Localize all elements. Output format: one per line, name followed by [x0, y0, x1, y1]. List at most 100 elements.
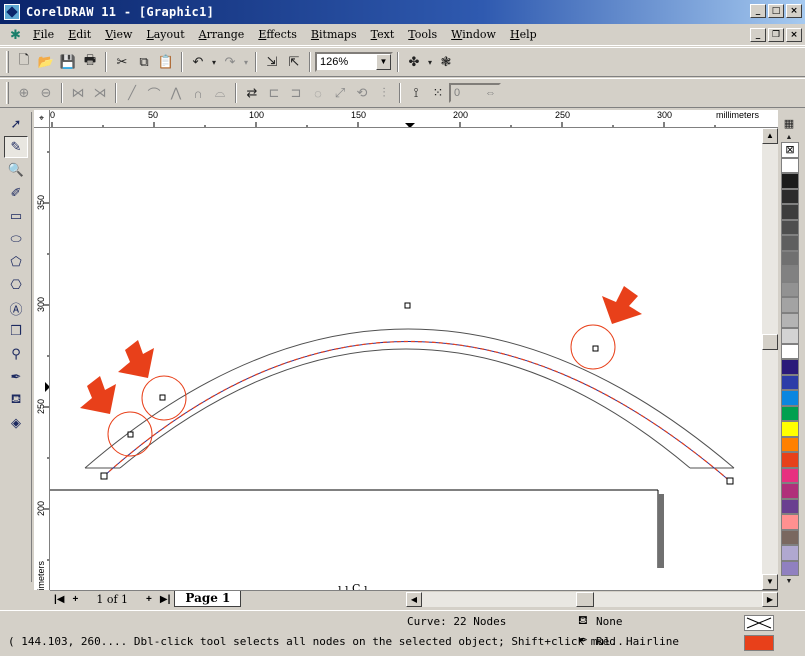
outline-swatch[interactable] — [744, 635, 774, 651]
horizontal-scrollbar[interactable]: ◀ ▶ — [406, 592, 778, 607]
export-icon[interactable]: ⇱ — [283, 51, 305, 73]
rectangle-tool-icon[interactable]: ▭ — [4, 205, 28, 227]
doc-restore-button[interactable]: ❐ — [768, 28, 784, 42]
chevron-down-icon[interactable]: ▼ — [376, 54, 391, 70]
delete-node-icon[interactable]: ⊖ — [35, 82, 57, 104]
interactive-blend-tool-icon[interactable]: ❒ — [4, 320, 28, 342]
vertical-scroll-thumb[interactable] — [762, 334, 778, 350]
vertical-ruler[interactable]: 350 300 250 200 millimeters — [34, 128, 50, 590]
add-page-before-icon[interactable]: + — [69, 594, 83, 605]
menu-text[interactable]: Text — [364, 28, 402, 41]
color-swatch[interactable] — [781, 219, 799, 235]
color-swatch[interactable] — [781, 374, 799, 390]
toolbar-grip[interactable] — [6, 82, 9, 104]
color-swatch[interactable] — [781, 312, 799, 328]
menu-tools[interactable]: Tools — [401, 28, 444, 41]
align-nodes-icon[interactable]: ⫶ — [373, 82, 395, 104]
new-document-icon[interactable]: 🗋 — [13, 51, 35, 73]
curve-node[interactable] — [159, 394, 166, 401]
color-swatch[interactable] — [781, 529, 799, 545]
color-swatch[interactable] — [781, 250, 799, 266]
color-swatch[interactable] — [781, 421, 799, 437]
smooth-node-icon[interactable]: ∩ — [187, 82, 209, 104]
palette-options-icon[interactable]: ▦ — [780, 114, 798, 132]
color-swatch[interactable] — [781, 467, 799, 483]
color-swatch[interactable] — [781, 560, 799, 576]
close-button[interactable]: × — [786, 4, 802, 18]
fill-tool-icon[interactable]: ⛾ — [4, 389, 28, 411]
auto-close-icon[interactable]: ◌ — [307, 82, 329, 104]
curve-node[interactable] — [726, 477, 734, 485]
interactive-fill-tool-icon[interactable]: ◈ — [4, 412, 28, 434]
document-control-icon[interactable]: ✱ — [10, 27, 26, 43]
select-all-nodes-icon[interactable]: ⁙ — [427, 82, 449, 104]
curve-smoothness-field[interactable]: 0 ⇔ — [449, 83, 501, 103]
join-nodes-icon[interactable]: ⋈ — [67, 82, 89, 104]
pick-tool-icon[interactable]: ➚ — [4, 113, 28, 135]
color-swatch[interactable] — [781, 157, 799, 173]
color-swatch[interactable] — [781, 452, 799, 468]
color-swatch[interactable] — [781, 545, 799, 561]
symmetrical-node-icon[interactable]: ⌓ — [209, 82, 231, 104]
doc-close-button[interactable]: × — [786, 28, 802, 42]
curve-node[interactable] — [592, 345, 599, 352]
palette-scroll-up-icon[interactable]: ▲ — [780, 132, 798, 142]
color-swatch[interactable] — [781, 173, 799, 189]
no-color-swatch[interactable]: ⊠ — [781, 142, 799, 158]
color-swatch[interactable] — [781, 328, 799, 344]
to-line-icon[interactable]: ╱ — [121, 82, 143, 104]
palette-scroll-down-icon[interactable]: ▼ — [780, 576, 798, 586]
color-swatch[interactable] — [781, 266, 799, 282]
menu-effects[interactable]: Effects — [251, 28, 304, 41]
menu-window[interactable]: Window — [444, 28, 503, 41]
color-swatch[interactable] — [781, 498, 799, 514]
copy-icon[interactable]: ⧉ — [133, 51, 155, 73]
horizontal-scroll-thumb[interactable] — [576, 592, 594, 607]
eyedropper-tool-icon[interactable]: ⚲ — [4, 343, 28, 365]
color-swatch[interactable] — [781, 390, 799, 406]
arch-outer-curve[interactable] — [84, 328, 735, 469]
shape-tool-icon[interactable]: ✎ — [4, 136, 28, 158]
paste-icon[interactable]: 📋 — [155, 51, 177, 73]
first-page-icon[interactable]: |◀ — [50, 594, 69, 605]
scroll-left-icon[interactable]: ◀ — [406, 592, 422, 607]
open-icon[interactable]: 📂 — [35, 51, 57, 73]
reverse-direction-icon[interactable]: ⇄ — [241, 82, 263, 104]
slider-icon[interactable]: ⇔ — [485, 87, 496, 99]
freehand-tool-icon[interactable]: ✐ — [4, 182, 28, 204]
cut-icon[interactable]: ✂ — [111, 51, 133, 73]
rotate-nodes-icon[interactable]: ⟲ — [351, 82, 373, 104]
color-swatch[interactable] — [781, 281, 799, 297]
curve-node[interactable] — [100, 472, 108, 480]
coreldraw-app-icon[interactable] — [4, 4, 20, 20]
launcher-dropdown-icon[interactable]: ▾ — [425, 51, 435, 73]
ruler-origin[interactable]: ⌖ — [34, 110, 50, 128]
save-icon[interactable]: 💾 — [57, 51, 79, 73]
scroll-up-icon[interactable]: ▲ — [762, 128, 778, 144]
menu-file[interactable]: File — [26, 28, 61, 41]
zoom-level-select[interactable]: 126% ▼ — [315, 52, 393, 72]
menu-layout[interactable]: Layout — [139, 28, 191, 41]
break-curve-icon[interactable]: ⋊ — [89, 82, 111, 104]
text-tool-icon[interactable]: Ⓐ — [4, 297, 28, 319]
application-launcher-icon[interactable]: ✤ — [403, 51, 425, 73]
page-tab[interactable]: Page 1 — [174, 591, 242, 607]
zoom-tool-icon[interactable]: 🔍 — [4, 159, 28, 181]
color-swatch[interactable] — [781, 514, 799, 530]
menu-edit[interactable]: Edit — [61, 28, 98, 41]
color-swatch[interactable] — [781, 483, 799, 499]
color-swatch[interactable] — [781, 436, 799, 452]
to-curve-icon[interactable]: ⌒ — [143, 82, 165, 104]
curve-node[interactable] — [404, 302, 411, 309]
doc-minimize-button[interactable]: _ — [750, 28, 766, 42]
menu-bitmaps[interactable]: Bitmaps — [304, 28, 364, 41]
undo-icon[interactable]: ↶ — [187, 51, 209, 73]
undo-dropdown-icon[interactable]: ▾ — [209, 51, 219, 73]
add-page-after-icon[interactable]: + — [142, 594, 156, 605]
menu-arrange[interactable]: Arrange — [192, 28, 252, 41]
redo-dropdown-icon[interactable]: ▾ — [241, 51, 251, 73]
print-icon[interactable]: 🖶 — [79, 51, 101, 73]
color-swatch[interactable] — [781, 405, 799, 421]
cusp-node-icon[interactable]: ⋀ — [165, 82, 187, 104]
color-swatch[interactable] — [781, 188, 799, 204]
